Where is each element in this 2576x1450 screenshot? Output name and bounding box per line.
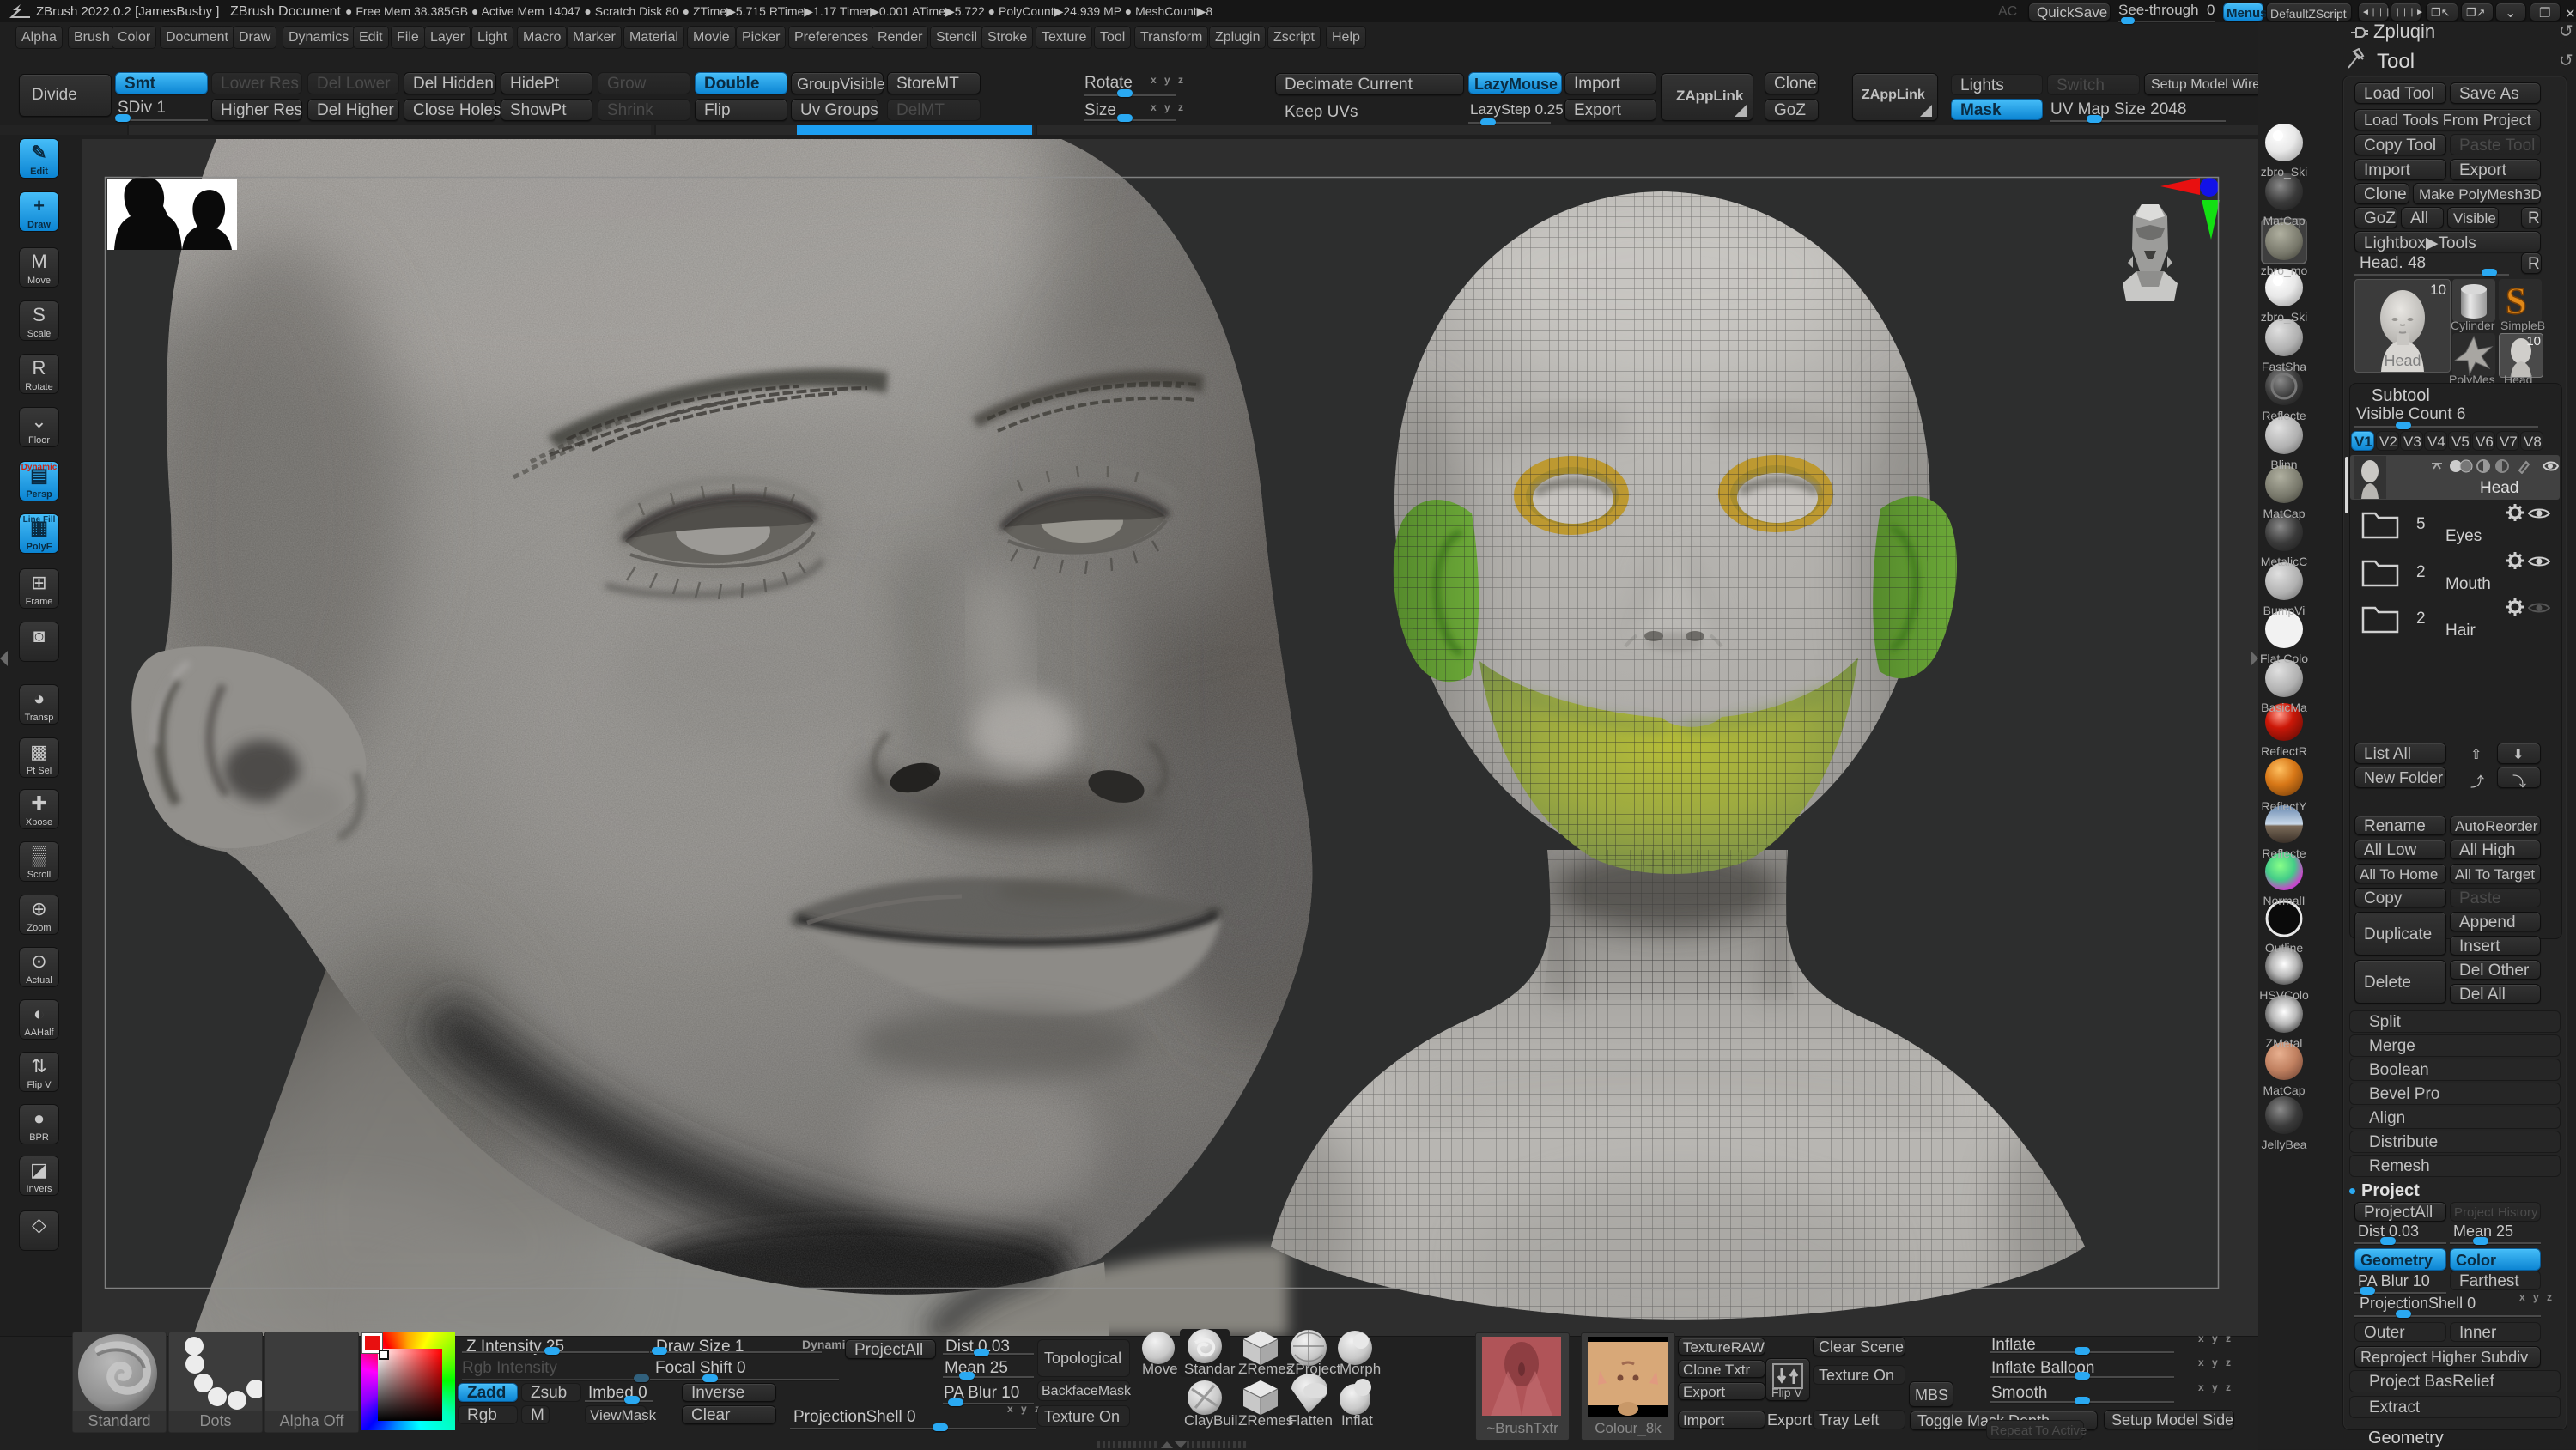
svg-text:Inflat: Inflat bbox=[1341, 1412, 1373, 1429]
svg-text:ZRemes: ZRemes bbox=[1238, 1361, 1293, 1377]
svg-text:ClayBuil: ClayBuil bbox=[1184, 1412, 1237, 1429]
svg-text:Flatten: Flatten bbox=[1288, 1412, 1333, 1429]
svg-text:S: S bbox=[2506, 280, 2526, 322]
svg-text:Morph: Morph bbox=[1340, 1361, 1381, 1377]
svg-text:ZRemes: ZRemes bbox=[1238, 1412, 1293, 1429]
svg-text:Move: Move bbox=[1142, 1361, 1178, 1377]
svg-text:Standar: Standar bbox=[1184, 1361, 1236, 1377]
